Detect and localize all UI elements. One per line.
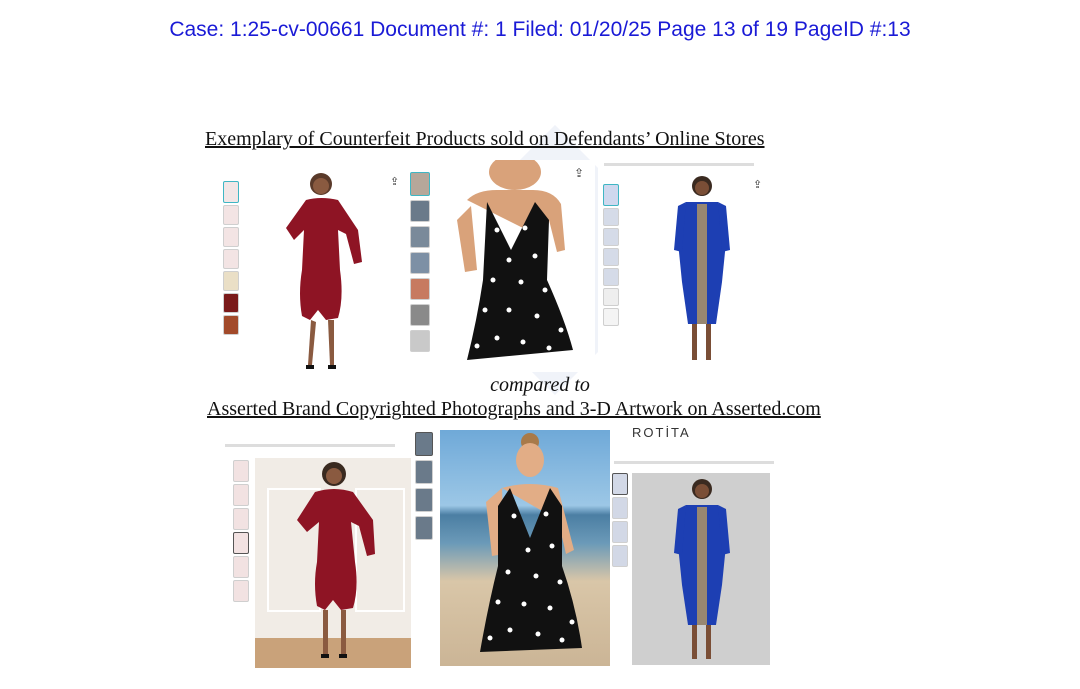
thumbnail — [223, 227, 239, 247]
breadcrumb — [604, 163, 754, 166]
counterfeit-polka-dress-screenshot: ⇪ — [407, 160, 595, 372]
thumbnail — [233, 532, 249, 554]
thumbnail — [415, 460, 433, 484]
breadcrumb — [614, 461, 774, 464]
thumbnail — [603, 184, 619, 206]
asserted-polka-dress-photo — [413, 430, 611, 668]
thumbnail — [612, 473, 628, 495]
product-photo — [632, 473, 770, 665]
section-subtitle: Asserted Brand Copyrighted Photographs a… — [207, 398, 821, 420]
thumbnail — [223, 205, 239, 225]
breadcrumb — [225, 444, 395, 447]
compared-to-label: compared to — [490, 374, 590, 396]
thumbnail — [612, 497, 628, 519]
polka-dress-figure — [457, 160, 573, 360]
red-dress-figure — [286, 173, 362, 369]
thumbnail — [415, 432, 433, 456]
brand-logo: ROTİTA — [632, 425, 691, 440]
thumbnail — [603, 228, 619, 246]
thumbnail — [233, 460, 249, 482]
product-photo — [255, 458, 411, 668]
thumbnail — [415, 488, 433, 512]
thumbnail — [223, 293, 239, 313]
thumbnail — [223, 249, 239, 269]
thumbnail — [603, 308, 619, 326]
counterfeit-blue-dress-screenshot: ⇪ — [598, 160, 770, 368]
thumbnail — [410, 172, 430, 196]
thumbnail — [223, 181, 239, 203]
thumbnail — [415, 516, 433, 540]
thumbnail — [223, 315, 239, 335]
red-dress-figure — [297, 462, 375, 658]
thumbnail — [410, 330, 430, 352]
asserted-blue-dress-photo — [610, 455, 780, 667]
thumbnail — [603, 248, 619, 266]
thumbnail — [233, 580, 249, 602]
blue-dress-figure — [674, 176, 730, 360]
thumbnail — [233, 508, 249, 530]
thumbnail — [603, 288, 619, 306]
thumbnail — [410, 304, 430, 326]
thumbnail — [410, 278, 430, 300]
counterfeit-red-dress-screenshot: ⇪ — [218, 165, 408, 375]
thumbnail — [612, 545, 628, 567]
thumbnail — [410, 252, 430, 274]
thumbnail — [410, 226, 430, 248]
thumbnail — [233, 556, 249, 578]
share-icon: ⇪ — [753, 179, 763, 191]
polka-dress-figure — [480, 433, 582, 652]
thumbnail — [603, 208, 619, 226]
thumbnail — [223, 271, 239, 291]
section-title: Exemplary of Counterfeit Products sold o… — [205, 128, 765, 150]
thumbnail — [410, 200, 430, 222]
page-header: Case: 1:25-cv-00661 Document #: 1 Filed:… — [169, 18, 911, 41]
thumbnail — [233, 484, 249, 506]
share-icon: ⇪ — [390, 176, 400, 188]
asserted-red-dress-photo — [225, 438, 415, 670]
blue-dress-figure — [674, 479, 730, 659]
product-photo — [440, 430, 610, 666]
thumbnail — [612, 521, 628, 543]
thumbnail — [603, 268, 619, 286]
